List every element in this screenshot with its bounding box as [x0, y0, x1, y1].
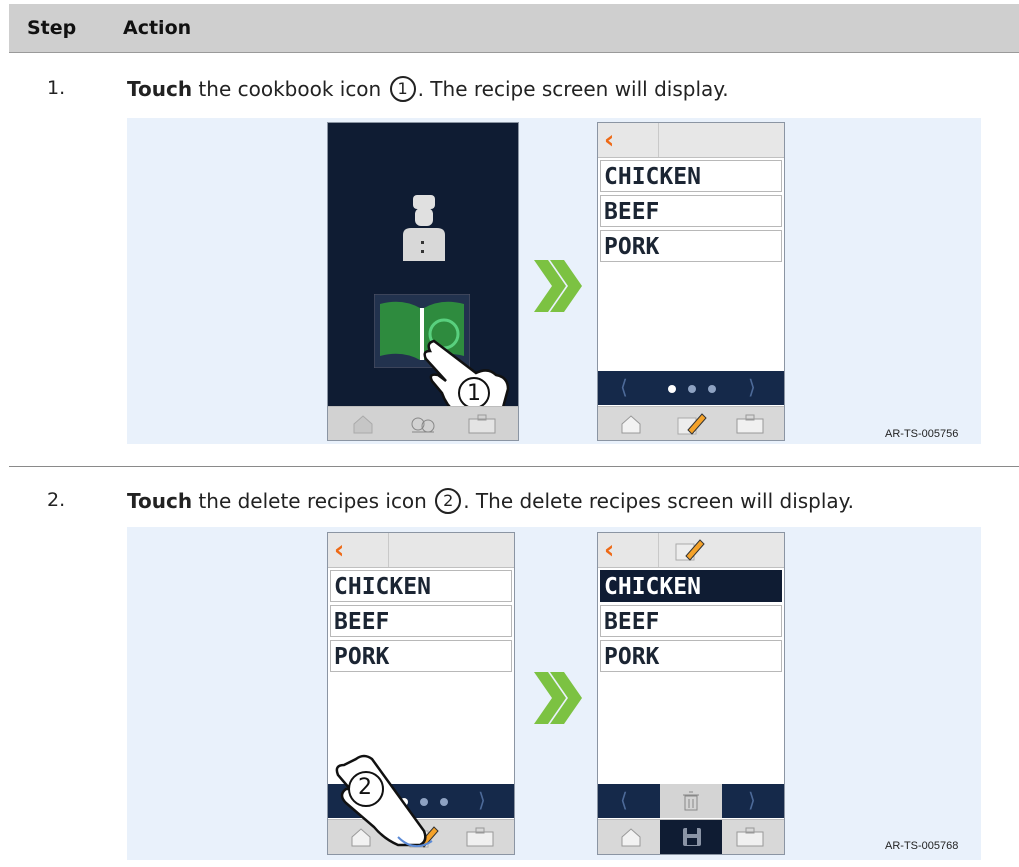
toolbox-icon[interactable]: [736, 414, 764, 434]
page-prev-icon[interactable]: ⟨: [620, 788, 628, 812]
double-chevron-right-icon: [534, 260, 582, 312]
chevron-left-icon[interactable]: ‹: [334, 535, 344, 564]
page-dot-active: [668, 385, 676, 393]
page-dot: [440, 798, 448, 806]
pointing-hand-icon: [423, 339, 510, 415]
pencil-edit-icon[interactable]: [674, 536, 706, 564]
trash-button[interactable]: [660, 784, 722, 818]
page-dot: [688, 385, 696, 393]
bottom-bar: [328, 406, 518, 440]
step-verb: Touch: [127, 77, 193, 101]
chevron-left-icon[interactable]: ‹: [604, 125, 614, 154]
header-step: Step: [27, 17, 77, 39]
pointing-hand-icon: [335, 754, 433, 848]
recipe-item[interactable]: PORK: [600, 640, 782, 672]
figure-reference: AR-TS-005768: [885, 840, 959, 852]
bottom-bar: [598, 819, 784, 854]
header-action: Action: [123, 17, 192, 39]
home-screen: 1: [327, 122, 519, 441]
page-prev-icon[interactable]: ⟨: [620, 375, 628, 399]
step-figure: ‹ CHICKEN BEEF PORK ⟩ 2 ‹ CHICKEN BEEF P…: [127, 527, 981, 860]
page-next-icon[interactable]: ⟩: [478, 788, 486, 812]
home-icon[interactable]: [620, 414, 642, 434]
callout-number: 1: [389, 76, 416, 102]
recipe-screen: ‹ CHICKEN BEEF PORK ⟨ ⟩: [597, 122, 785, 441]
pager-bar: ⟨ ⟩: [598, 784, 784, 818]
recipe-item[interactable]: CHICKEN: [600, 160, 782, 192]
recipe-item[interactable]: PORK: [330, 640, 512, 672]
figure-reference: AR-TS-005756: [885, 428, 959, 440]
pager-bar: ⟨ ⟩: [598, 371, 784, 405]
recipe-screen: ‹ CHICKEN BEEF PORK ⟩ 2: [327, 532, 515, 855]
top-bar: ‹: [598, 123, 784, 158]
toolbox-icon[interactable]: [736, 827, 764, 847]
food-icon[interactable]: [408, 412, 438, 436]
recipe-item-selected[interactable]: CHICKEN: [600, 570, 782, 602]
chevron-left-icon[interactable]: ‹: [604, 535, 614, 564]
step-instruction: Touch the cookbook icon 1. The recipe sc…: [127, 76, 729, 102]
step-verb: Touch: [127, 489, 193, 513]
step-number: 1.: [47, 77, 66, 99]
step-figure: 1 ‹ CHICKEN BEEF PORK ⟨ ⟩ AR-TS-005756: [127, 118, 981, 444]
top-bar: ‹: [328, 533, 514, 568]
step-row-1: 1. Touch the cookbook icon 1. The recipe…: [9, 52, 1019, 468]
toolbox-icon[interactable]: [468, 414, 496, 434]
home-icon[interactable]: [352, 414, 374, 434]
recipe-item[interactable]: BEEF: [330, 605, 512, 637]
page-next-icon[interactable]: ⟩: [748, 788, 756, 812]
hand-callout-number: 1: [467, 381, 481, 406]
step-instruction: Touch the delete recipes icon 2. The del…: [127, 488, 854, 514]
recipe-item[interactable]: BEEF: [600, 605, 782, 637]
callout-number: 2: [435, 488, 462, 514]
step-number: 2.: [47, 489, 66, 511]
step-text: the delete recipes icon: [192, 489, 434, 513]
toolbox-icon[interactable]: [466, 827, 494, 847]
recipe-item[interactable]: BEEF: [600, 195, 782, 227]
trash-icon: [683, 791, 699, 811]
page-dot: [708, 385, 716, 393]
table-header: Step Action: [9, 4, 1019, 53]
top-bar: ‹: [598, 533, 784, 568]
bottom-bar: [598, 406, 784, 440]
recipe-item[interactable]: PORK: [600, 230, 782, 262]
hand-callout-number: 2: [358, 775, 372, 800]
pencil-edit-icon[interactable]: [676, 410, 708, 438]
double-chevron-right-icon: [534, 672, 582, 724]
save-icon: [683, 828, 701, 846]
step-text: . The delete recipes screen will display…: [463, 489, 855, 513]
page-next-icon[interactable]: ⟩: [748, 375, 756, 399]
chef-icon: [403, 195, 445, 261]
recipe-item[interactable]: CHICKEN: [330, 570, 512, 602]
save-button[interactable]: [660, 820, 722, 854]
home-icon[interactable]: [620, 827, 642, 847]
step-text: . The recipe screen will display.: [417, 77, 729, 101]
step-text: the cookbook icon: [192, 77, 388, 101]
delete-recipes-screen: ‹ CHICKEN BEEF PORK ⟨ ⟩: [597, 532, 785, 855]
step-row-2: 2. Touch the delete recipes icon 2. The …: [9, 467, 1019, 867]
